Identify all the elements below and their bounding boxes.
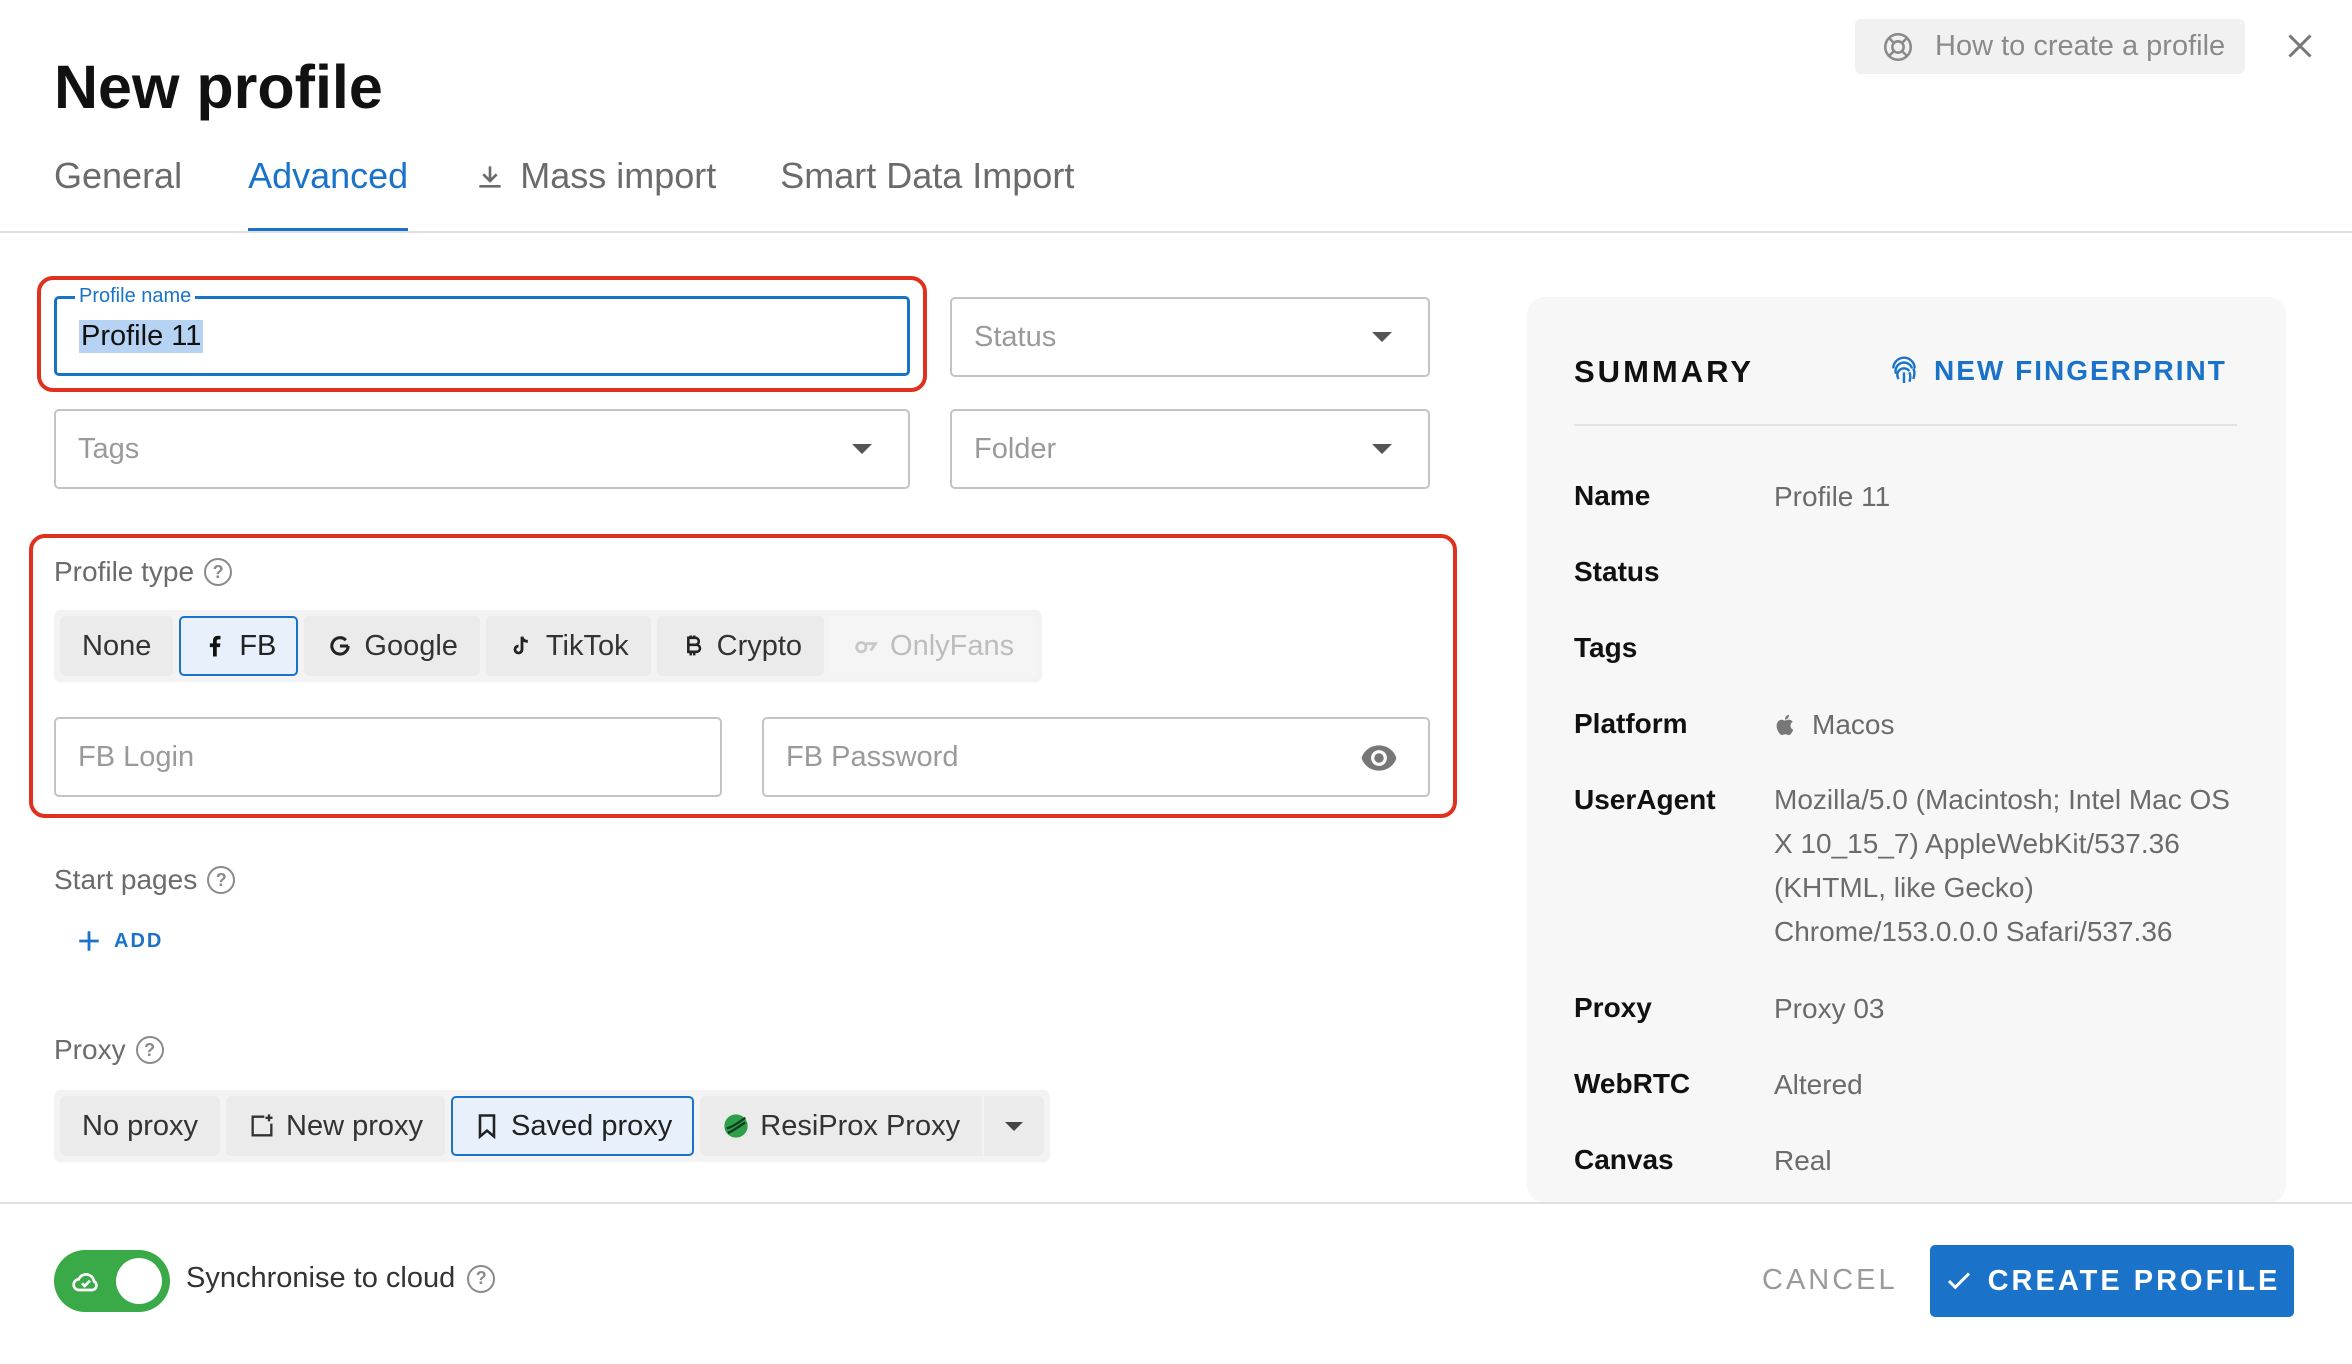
add-start-page-button[interactable]: ADD	[76, 928, 163, 954]
help-icon[interactable]: ?	[135, 1036, 164, 1064]
new-fingerprint-button[interactable]: NEW FINGERPRINT	[1888, 355, 2227, 387]
profile-type-fb[interactable]: FB	[179, 616, 299, 676]
tab-general[interactable]: General	[54, 150, 182, 232]
profile-name-input[interactable]: Profile name Profile 11	[54, 285, 910, 376]
cloud-check-icon	[72, 1273, 98, 1292]
sync-cloud-label: Synchronise to cloud?	[186, 1262, 496, 1295]
tab-bar: General Advanced Mass import Smart Data …	[54, 150, 1074, 232]
proxy-label: Proxy?	[54, 1034, 164, 1066]
proxy-selector: No proxy New proxy Saved proxy ResiProx …	[54, 1090, 1051, 1162]
summary-key-useragent: UserAgent	[1574, 784, 1716, 815]
how-to-create-label: How to create a profile	[1935, 30, 2226, 62]
profile-type-tiktok[interactable]: TikTok	[485, 616, 651, 676]
profile-type-label: Profile type?	[54, 556, 233, 588]
summary-key-platform: Platform	[1574, 708, 1688, 739]
plus-icon	[79, 931, 99, 951]
folder-select[interactable]: Folder	[950, 409, 1430, 489]
profile-name-label: Profile name	[75, 285, 196, 308]
tab-advanced[interactable]: Advanced	[248, 150, 409, 232]
google-icon	[330, 636, 351, 656]
summary-value-name: Profile 11	[1774, 481, 1891, 512]
proxy-option-saved-proxy[interactable]: Saved proxy	[451, 1096, 695, 1156]
sync-cloud-toggle[interactable]	[54, 1250, 170, 1312]
eye-icon[interactable]	[1360, 743, 1398, 773]
chevron-down-icon	[1372, 332, 1392, 342]
summary-divider	[1574, 424, 2237, 426]
chevron-down-icon	[1372, 444, 1392, 454]
help-icon[interactable]: ?	[467, 1264, 496, 1293]
summary-key-status: Status	[1574, 556, 1660, 587]
profile-type-crypto[interactable]: Crypto	[656, 616, 825, 676]
check-icon	[1947, 1272, 1970, 1290]
fb-password-input[interactable]: FB Password	[762, 717, 1430, 797]
download-icon	[479, 166, 501, 188]
proxy-more-dropdown[interactable]	[984, 1096, 1045, 1156]
fingerprint-icon	[1892, 356, 1916, 383]
summary-value-platform: Macos	[1774, 703, 2244, 747]
new-proxy-icon	[251, 1114, 273, 1137]
lifebuoy-icon	[1883, 32, 1913, 61]
tags-select[interactable]: Tags	[54, 409, 910, 489]
profile-type-selector: None FB Google TikTok Crypto OnlyFans	[54, 610, 1043, 682]
bookmark-icon	[478, 1114, 496, 1140]
profile-type-google[interactable]: Google	[304, 616, 480, 676]
how-to-create-button[interactable]: How to create a profile	[1855, 19, 2245, 74]
create-profile-button[interactable]: CREATE PROFILE	[1930, 1245, 2294, 1317]
tab-mass-import[interactable]: Mass import	[474, 150, 716, 232]
cancel-button[interactable]: CANCEL	[1762, 1264, 1898, 1297]
proxy-option-no-proxy[interactable]: No proxy	[60, 1096, 221, 1156]
summary-value-webrtc: Altered	[1774, 1069, 1863, 1100]
summary-key-webrtc: WebRTC	[1574, 1068, 1691, 1099]
profile-type-onlyfans[interactable]: OnlyFans	[830, 616, 1037, 676]
header-divider	[0, 231, 2352, 233]
onlyfans-icon	[855, 641, 878, 654]
profile-type-none[interactable]: None	[60, 616, 174, 676]
page-title: New profile	[54, 53, 383, 121]
proxy-option-resiprox[interactable]: ResiProx Proxy	[700, 1096, 983, 1156]
status-select[interactable]: Status	[950, 297, 1430, 377]
summary-key-proxy: Proxy	[1574, 992, 1652, 1023]
summary-key-canvas: Canvas	[1574, 1144, 1674, 1175]
summary-value-canvas: Real	[1774, 1145, 1832, 1176]
close-icon[interactable]	[2282, 28, 2318, 64]
fb-login-input[interactable]: FB Login	[54, 717, 722, 797]
resiprox-logo-icon	[724, 1114, 748, 1138]
toggle-knob	[116, 1258, 162, 1304]
profile-name-value: Profile 11	[79, 319, 204, 353]
summary-key-name: Name	[1574, 480, 1651, 511]
summary-key-tags: Tags	[1574, 632, 1638, 663]
chevron-down-icon	[852, 444, 872, 454]
proxy-option-new-proxy[interactable]: New proxy	[226, 1096, 446, 1156]
tab-smart-data-import[interactable]: Smart Data Import	[780, 150, 1074, 232]
help-icon[interactable]: ?	[207, 866, 236, 894]
tiktok-icon	[513, 636, 528, 655]
facebook-icon	[210, 635, 221, 657]
chevron-down-icon	[1005, 1121, 1024, 1131]
summary-heading: SUMMARY	[1574, 354, 1755, 389]
footer-divider	[0, 1202, 2352, 1204]
bitcoin-icon	[686, 635, 701, 656]
start-pages-label: Start pages?	[54, 864, 236, 896]
help-icon[interactable]: ?	[204, 558, 233, 586]
summary-value-useragent: Mozilla/5.0 (Macintosh; Intel Mac OS X 1…	[1774, 784, 2230, 947]
apple-icon	[1776, 714, 1794, 736]
summary-value-proxy: Proxy 03	[1774, 993, 1885, 1024]
